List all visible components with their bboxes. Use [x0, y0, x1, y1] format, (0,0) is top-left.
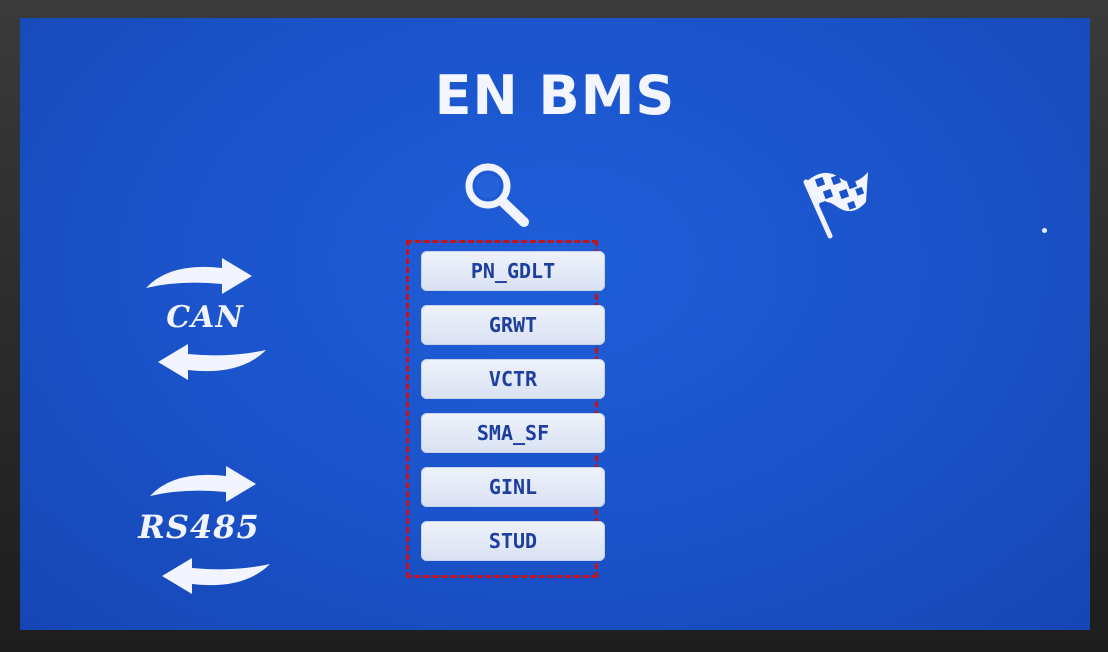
can-bus-button[interactable]: CAN [140, 254, 280, 384]
can-label: CAN [166, 300, 244, 335]
page-title: EN BMS [434, 64, 676, 127]
arrow-left-icon [162, 558, 270, 594]
protocol-button-vctr[interactable]: VCTR [421, 359, 605, 399]
rs485-label: RS485 [138, 508, 260, 546]
arrow-right-icon [150, 466, 256, 502]
checkered-flag-icon[interactable] [796, 160, 872, 244]
protocol-list-highlight: PN_GDLT GRWT VCTR SMA_SF GINL STUD [406, 240, 605, 578]
screen-speck [1042, 228, 1047, 233]
rs485-bus-button[interactable]: RS485 [130, 462, 270, 612]
protocol-button-stud[interactable]: STUD [421, 521, 605, 561]
arrow-right-icon [146, 258, 252, 294]
bms-screen: EN BMS CAN RS485 PN_GDLT GRWT VCTR SMA_S… [20, 18, 1090, 630]
search-icon[interactable] [458, 158, 532, 232]
protocol-button-sma-sf[interactable]: SMA_SF [421, 413, 605, 453]
protocol-button-pn-gdlt[interactable]: PN_GDLT [421, 251, 605, 291]
arrow-left-icon [158, 344, 266, 380]
protocol-button-grwt[interactable]: GRWT [421, 305, 605, 345]
protocol-button-ginl[interactable]: GINL [421, 467, 605, 507]
